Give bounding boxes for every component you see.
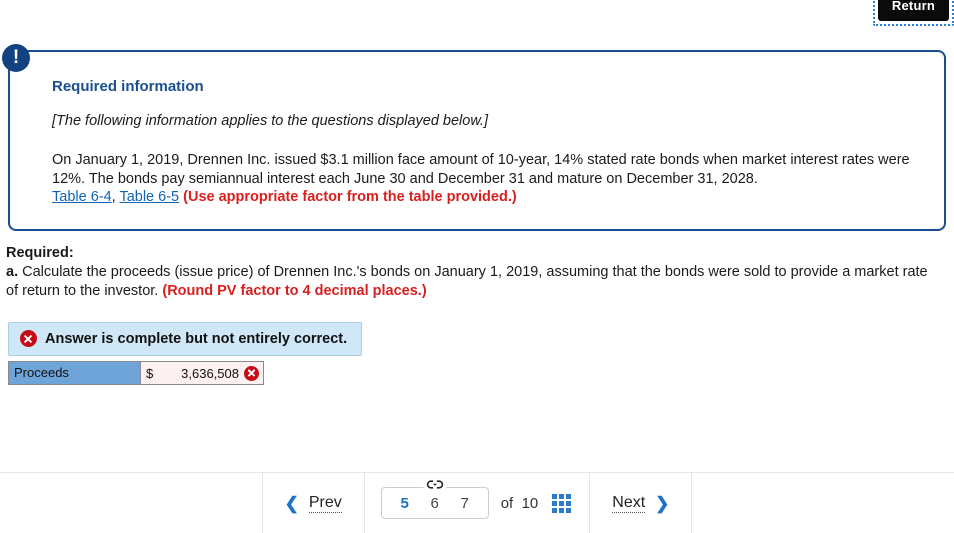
assignment-page: Return ! Required information [The follo… [0,0,954,533]
prev-button-label: Prev [308,494,342,513]
exclamation-icon: ! [2,44,30,72]
question-body: Calculate the proceeds (issue price) of … [6,264,928,299]
proceeds-input[interactable]: 3,636,508 [153,366,244,381]
chevron-right-icon: ❯ [655,493,670,513]
pagination-controls: ❮ Prev 5 6 7 of 10 Next ❯ [261,473,693,533]
return-button-focus-ring: Return [872,0,954,26]
grid-cell [552,507,558,513]
grid-cell [566,493,572,499]
currency-symbol: $ [146,365,154,381]
x-circle-icon [20,330,37,347]
of-word: of [500,494,514,512]
page-number-5[interactable]: 5 [390,495,420,512]
grid-cell [566,507,572,513]
grid-cell [552,500,558,506]
grid-cell [552,493,558,499]
question-a-text: a. Calculate the proceeds (issue price) … [6,263,936,301]
grid-cell [566,500,572,506]
pagination-separator-right [691,473,693,533]
grid-cell [559,500,565,506]
chevron-left-icon: ❮ [284,493,299,513]
scenario-text: On January 1, 2019, Drennen Inc. issued … [52,152,910,187]
required-information-title: Required information [52,78,204,95]
next-button[interactable]: Next ❯ [590,473,691,533]
factor-instruction: (Use appropriate factor from the table p… [183,189,517,205]
required-information-note: [The following information applies to th… [52,113,489,129]
answer-row-label: Proceeds [9,362,141,384]
page-number-group: 5 6 7 [380,479,489,519]
page-number-6[interactable]: 6 [420,495,450,512]
answer-value-cell[interactable]: $ 3,636,508 [141,362,263,384]
return-button[interactable]: Return [877,0,949,21]
answer-status-text: Answer is complete but not entirely corr… [45,330,348,347]
answer-table-row: Proceeds $ 3,636,508 [8,361,264,385]
required-label: Required: [6,245,74,261]
rounding-instruction: (Round PV factor to 4 decimal places.) [162,283,427,299]
table-6-4-link[interactable]: Table 6-4 [52,189,112,205]
answer-status-banner: Answer is complete but not entirely corr… [8,322,363,356]
required-information-panel: ! Required information [The following in… [2,44,946,231]
page-total-label: of 10 [501,495,539,512]
prev-button[interactable]: ❮ Prev [263,473,364,533]
required-prompt: Required: a. Calculate the proceeds (iss… [6,245,936,301]
question-marker: a. [6,264,19,280]
required-information-body: On January 1, 2019, Drennen Inc. issued … [52,151,914,207]
grid-cell [559,493,565,499]
total-pages: 10 [521,494,539,512]
page-number-7[interactable]: 7 [450,495,480,512]
required-information-content: Required information [The following info… [10,52,944,229]
grid-view-icon[interactable] [550,492,573,515]
grid-cell [559,507,565,513]
link-chain-icon [423,479,447,490]
incorrect-x-circle-icon [244,365,259,381]
table-6-5-link[interactable]: Table 6-5 [119,189,179,205]
next-button-label: Next [612,494,646,513]
pagination-bar: ❮ Prev 5 6 7 of 10 Next ❯ [0,473,954,533]
page-selector: 5 6 7 of 10 [365,473,590,533]
